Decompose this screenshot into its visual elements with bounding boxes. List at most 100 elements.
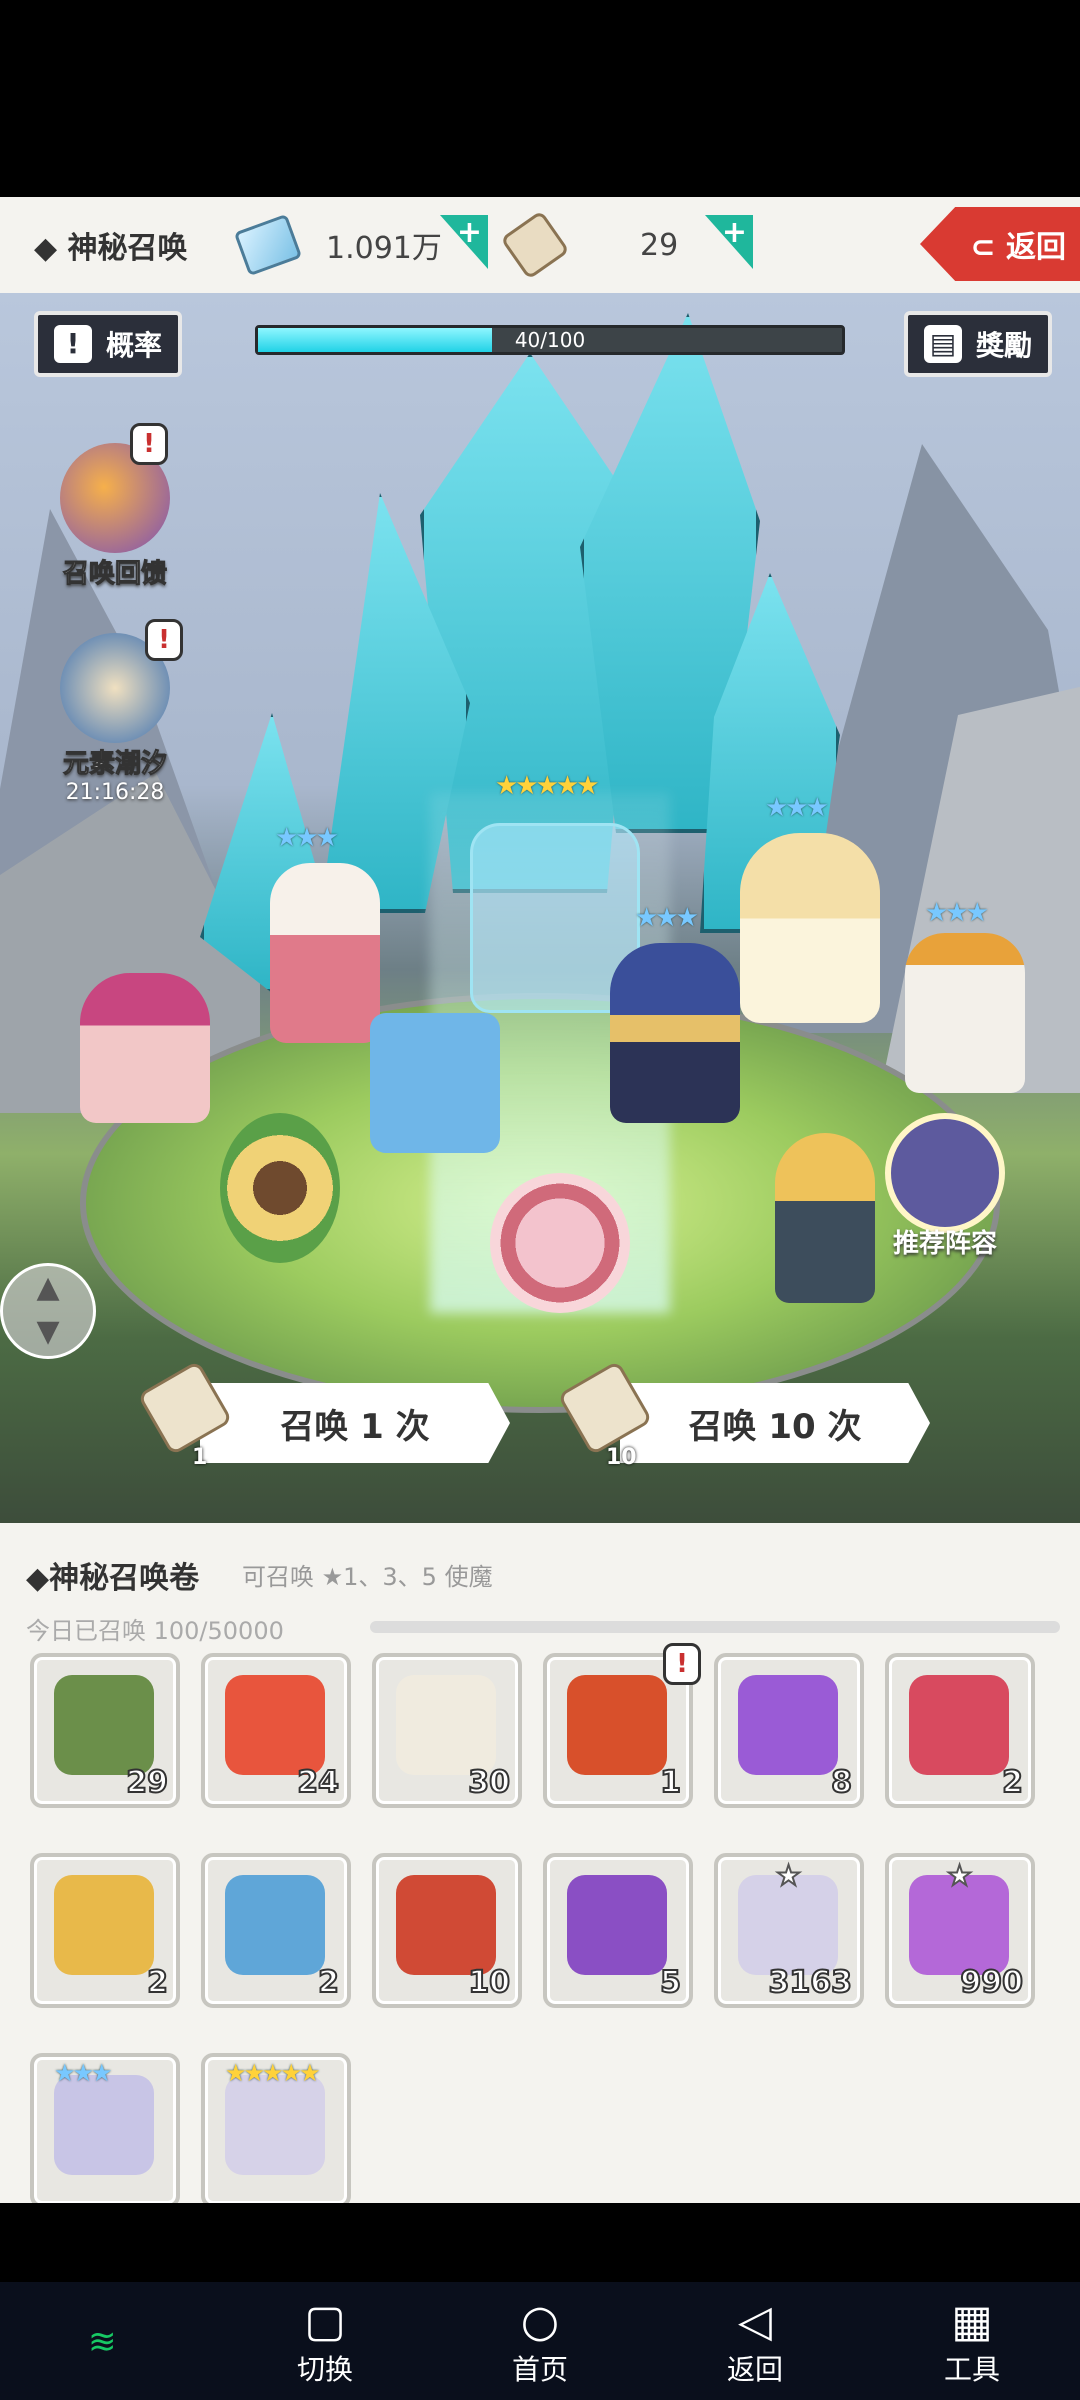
scroll-resource: 29 bbox=[500, 210, 679, 280]
inventory-item-red-scroll[interactable]: 2 bbox=[885, 1653, 1035, 1808]
inventory-item-purple-crystal[interactable]: 990 ★ bbox=[885, 1853, 1035, 2008]
five-star-rating: ★★★★★ bbox=[495, 771, 600, 801]
star-rating: ★★★ bbox=[54, 2059, 113, 2087]
item-quantity: 3163 bbox=[768, 1964, 853, 2001]
blue-scroll-icon bbox=[225, 1875, 325, 1975]
inventory-item-five-star-shard[interactable]: ★★★★★ bbox=[201, 2053, 351, 2203]
feedback-label: 召唤回馈 bbox=[62, 559, 167, 590]
skeleton-hero[interactable] bbox=[775, 1133, 875, 1303]
inventory-item-gold-scroll[interactable]: 2 bbox=[30, 1853, 180, 2008]
item-quantity: 10 bbox=[467, 1964, 511, 2001]
item-quantity: 1 bbox=[659, 1764, 682, 1801]
add-gems-button[interactable]: + bbox=[440, 215, 488, 269]
scroll-count: 29 bbox=[640, 227, 679, 263]
circle-icon: ○ bbox=[520, 2296, 560, 2347]
nav-back-label: 返回 bbox=[726, 2353, 783, 2386]
item-quantity: 24 bbox=[296, 1764, 340, 1801]
summon-ten-label: 召唤 10 次 bbox=[688, 1406, 862, 1447]
inventory-item-white-crystal[interactable]: 3163 ★ bbox=[714, 1853, 864, 2008]
three-star-rating: ★★★ bbox=[765, 793, 829, 823]
inventory-item-white-scroll[interactable]: 30 bbox=[372, 1653, 522, 1808]
summon-progress-bar: 40/100 bbox=[255, 325, 845, 355]
purple-gold-bundle-icon bbox=[567, 1875, 667, 1975]
thorn-ball-hero[interactable] bbox=[490, 1173, 630, 1313]
chest-icon: ▤ bbox=[923, 325, 962, 363]
nav-tools-label: 工具 bbox=[943, 2353, 1000, 2386]
inventory-item-purple-gold-bundle[interactable]: 5 bbox=[543, 1853, 693, 2008]
grid-icon: ▦ bbox=[951, 2296, 993, 2347]
five-star-shard-icon bbox=[225, 2075, 325, 2175]
reward-button[interactable]: ▤ 獎勵 bbox=[903, 311, 1052, 377]
white-scroll-icon bbox=[396, 1675, 496, 1775]
nav-switch[interactable]: ▢ 切换 bbox=[265, 2296, 385, 2388]
gem-count: 1.091万 bbox=[326, 231, 442, 266]
red-gold-bundle-icon bbox=[396, 1875, 496, 1975]
page-title: ◆ 神秘召唤 bbox=[34, 231, 188, 266]
three-star-shard-icon bbox=[54, 2075, 154, 2175]
system-nav-bar: ≋ ▢ 切换 ○ 首页 ◁ 返回 ▦ 工具 bbox=[0, 2282, 1080, 2400]
scroll-inventory-panel: ◆神秘召唤卷 可召唤 ★1、3、5 使魔 今日已召唤 100/50000 29 2… bbox=[0, 1523, 1080, 2203]
item-quantity: 2 bbox=[1001, 1764, 1024, 1801]
star-icon: ★ bbox=[775, 1858, 802, 1893]
recommend-lineup-button[interactable]: 推荐阵容 bbox=[880, 1113, 1010, 1260]
scroll-check-icon bbox=[54, 1675, 154, 1775]
inventory-item-red-gold-bundle[interactable]: 10 bbox=[372, 1853, 522, 2008]
square-icon: ▢ bbox=[304, 2296, 346, 2347]
flower-hero[interactable] bbox=[220, 1113, 340, 1263]
summon-once-cost: 1 bbox=[192, 1445, 208, 1470]
ice-cube-hero[interactable] bbox=[370, 1013, 500, 1153]
star-icon: ★ bbox=[946, 1858, 973, 1893]
progress-text: 40/100 bbox=[514, 328, 586, 352]
reward-label: 獎勵 bbox=[975, 329, 1032, 362]
summon-once-button[interactable]: 召唤 1 次 bbox=[200, 1383, 510, 1463]
wifi-icon: ≋ bbox=[88, 2322, 117, 2362]
daily-progress-bar bbox=[370, 1621, 1060, 1633]
dark-knight-hero[interactable] bbox=[610, 943, 740, 1123]
red-scroll-icon bbox=[909, 1675, 1009, 1775]
rate-button[interactable]: ! 概率 bbox=[34, 311, 183, 377]
item-quantity: 8 bbox=[830, 1764, 853, 1801]
shell-girl-hero[interactable] bbox=[740, 833, 880, 1023]
purple-scroll-icon bbox=[738, 1675, 838, 1775]
item-quantity: 30 bbox=[467, 1764, 511, 1801]
summon-ten-button[interactable]: 召唤 10 次 bbox=[620, 1383, 930, 1463]
nav-tools[interactable]: ▦ 工具 bbox=[912, 2296, 1032, 2388]
back-button[interactable]: ⊂ 返回 bbox=[920, 207, 1080, 281]
witch-hero[interactable] bbox=[80, 973, 210, 1123]
queen-hero[interactable] bbox=[905, 933, 1025, 1093]
inventory-item-blue-scroll[interactable]: 2 bbox=[201, 1853, 351, 2008]
alert-icon: ! bbox=[663, 1643, 701, 1685]
summon-feedback[interactable]: ! 召唤回馈 bbox=[40, 423, 190, 590]
daily-summon-count: 今日已召唤 100/50000 bbox=[26, 1617, 284, 1645]
summon-once-label: 召唤 1 次 bbox=[280, 1406, 430, 1447]
panel-hint: 可召唤 ★1、3、5 使魔 bbox=[242, 1563, 493, 1591]
rate-label: 概率 bbox=[106, 329, 163, 362]
three-star-rating: ★★★ bbox=[275, 823, 339, 853]
inventory-item-fire-scroll-bundle[interactable]: 1! bbox=[543, 1643, 701, 1808]
nav-back[interactable]: ◁ 返回 bbox=[695, 2296, 815, 2388]
ninja-girl-hero[interactable] bbox=[270, 863, 380, 1043]
inventory-item-purple-scroll[interactable]: 8 bbox=[714, 1653, 864, 1808]
inventory-item-heart[interactable]: 24 bbox=[201, 1653, 351, 1808]
top-bar: ◆ 神秘召唤 1.091万 + 29 + ⊂ 返回 bbox=[0, 197, 1080, 293]
gold-scroll-icon bbox=[54, 1875, 154, 1975]
gem-resource: 1.091万 bbox=[233, 213, 442, 277]
recommend-label: 推荐阵容 bbox=[892, 1229, 997, 1259]
tide-label: 元素潮汐 bbox=[62, 749, 167, 780]
item-quantity: 2 bbox=[146, 1964, 169, 2001]
star-rating: ★★★★★ bbox=[225, 2059, 321, 2087]
summon-scroll-icon bbox=[557, 1360, 653, 1456]
add-scrolls-button[interactable]: + bbox=[705, 215, 753, 269]
chevron-up-icon: ▲ bbox=[36, 1270, 60, 1305]
inventory-item-scroll-check[interactable]: 29 bbox=[30, 1653, 180, 1808]
panel-title: ◆神秘召唤卷 bbox=[26, 1561, 200, 1596]
chevron-down-icon: ▼ bbox=[36, 1314, 60, 1349]
nav-home[interactable]: ○ 首页 bbox=[480, 2296, 600, 2388]
scroll-toggle-button[interactable]: ▲ ▼ bbox=[0, 1263, 96, 1359]
inventory-item-three-star-shard[interactable]: ★★★ bbox=[30, 2053, 180, 2203]
lineup-icon bbox=[885, 1113, 1005, 1233]
item-quantity: 2 bbox=[317, 1964, 340, 2001]
element-tide[interactable]: ! 元素潮汐 21:16:28 bbox=[40, 619, 190, 805]
item-quantity: 990 bbox=[959, 1964, 1024, 2001]
fire-scroll-bundle-icon bbox=[567, 1675, 667, 1775]
